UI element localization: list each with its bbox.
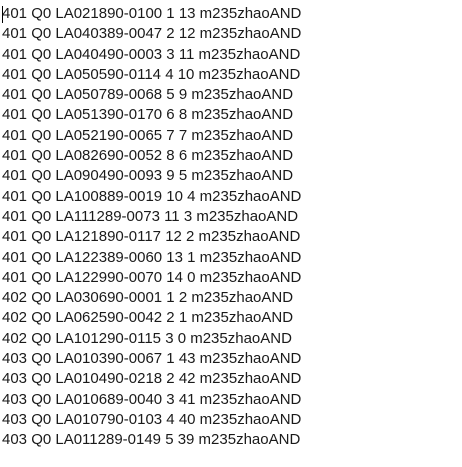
text-line-content: 402 Q0 LA101290-0115 3 0 m235zhaoAND — [2, 329, 292, 347]
text-line-content: 401 Q0 LA050590-0114 4 10 m235zhaoAND — [2, 65, 301, 83]
text-line-content: 401 Q0 LA052190-0065 7 7 m235zhaoAND — [2, 126, 294, 144]
text-line-14[interactable]: 401 Q0 LA122990-0070 14 0 m235zhaoAND — [2, 268, 462, 288]
text-line-21[interactable]: 403 Q0 LA010790-0103 4 40 m235zhaoAND — [2, 410, 462, 430]
text-line-2[interactable]: 401 Q0 LA040389-0047 2 12 m235zhaoAND — [2, 24, 462, 44]
text-line-content: 401 Q0 LA040389-0047 2 12 m235zhaoAND — [2, 25, 302, 43]
text-line-8[interactable]: 401 Q0 LA082690-0052 8 6 m235zhaoAND — [2, 146, 462, 166]
text-line-4[interactable]: 401 Q0 LA050590-0114 4 10 m235zhaoAND — [2, 65, 462, 85]
text-line-content: 401 Q0 LA050789-0068 5 9 m235zhaoAND — [2, 86, 294, 104]
text-line-5[interactable]: 401 Q0 LA050789-0068 5 9 m235zhaoAND — [2, 85, 462, 105]
text-line-17[interactable]: 402 Q0 LA101290-0115 3 0 m235zhaoAND — [2, 329, 462, 349]
text-line-content: 401 Q0 LA040490-0003 3 11 m235zhaoAND — [2, 45, 301, 63]
text-line-content: 401 Q0 LA100889-0019 10 4 m235zhaoAND — [2, 187, 302, 205]
text-line-18[interactable]: 403 Q0 LA010390-0067 1 43 m235zhaoAND — [2, 349, 462, 369]
text-line-1[interactable]: 401 Q0 LA021890-0100 1 13 m235zhaoAND — [2, 4, 462, 24]
text-line-9[interactable]: 401 Q0 LA090490-0093 9 5 m235zhaoAND — [2, 166, 462, 186]
text-line-7[interactable]: 401 Q0 LA052190-0065 7 7 m235zhaoAND — [2, 126, 462, 146]
text-line-content: 402 Q0 LA062590-0042 2 1 m235zhaoAND — [2, 309, 294, 327]
text-line-content: 403 Q0 LA010689-0040 3 41 m235zhaoAND — [2, 390, 302, 408]
text-line-content: 403 Q0 LA011289-0149 5 39 m235zhaoAND — [2, 431, 301, 449]
text-line-content: 401 Q0 LA111289-0073 11 3 m235zhaoAND — [2, 207, 299, 225]
text-line-10[interactable]: 401 Q0 LA100889-0019 10 4 m235zhaoAND — [2, 187, 462, 207]
text-line-13[interactable]: 401 Q0 LA122389-0060 13 1 m235zhaoAND — [2, 248, 462, 268]
text-line-content: 401 Q0 LA021890-0100 1 13 m235zhaoAND — [2, 5, 302, 22]
text-line-15[interactable]: 402 Q0 LA030690-0001 1 2 m235zhaoAND — [2, 288, 462, 308]
text-line-22[interactable]: 403 Q0 LA011289-0149 5 39 m235zhaoAND — [2, 430, 462, 450]
text-line-content: 403 Q0 LA010490-0218 2 42 m235zhaoAND — [2, 370, 302, 388]
text-line-content: 401 Q0 LA122990-0070 14 0 m235zhaoAND — [2, 268, 302, 286]
text-line-16[interactable]: 402 Q0 LA062590-0042 2 1 m235zhaoAND — [2, 308, 462, 328]
text-line-content: 401 Q0 LA051390-0170 6 8 m235zhaoAND — [2, 106, 294, 124]
text-line-content: 403 Q0 LA010390-0067 1 43 m235zhaoAND — [2, 350, 302, 368]
text-line-content: 403 Q0 LA010790-0103 4 40 m235zhaoAND — [2, 410, 302, 428]
text-line-3[interactable]: 401 Q0 LA040490-0003 3 11 m235zhaoAND — [2, 45, 462, 65]
text-line-20[interactable]: 403 Q0 LA010689-0040 3 41 m235zhaoAND — [2, 390, 462, 410]
text-line-content: 401 Q0 LA122389-0060 13 1 m235zhaoAND — [2, 248, 302, 266]
text-line-6[interactable]: 401 Q0 LA051390-0170 6 8 m235zhaoAND — [2, 105, 462, 125]
text-line-content: 401 Q0 LA082690-0052 8 6 m235zhaoAND — [2, 147, 294, 165]
text-line-11[interactable]: 401 Q0 LA111289-0073 11 3 m235zhaoAND — [2, 207, 462, 227]
text-line-content: 401 Q0 LA090490-0093 9 5 m235zhaoAND — [2, 167, 294, 185]
text-line-content: 402 Q0 LA030690-0001 1 2 m235zhaoAND — [2, 289, 294, 307]
text-line-12[interactable]: 401 Q0 LA121890-0117 12 2 m235zhaoAND — [2, 227, 462, 247]
text-editor-area[interactable]: 401 Q0 LA021890-0100 1 13 m235zhaoAND 40… — [0, 0, 462, 467]
text-line-content: 401 Q0 LA121890-0117 12 2 m235zhaoAND — [2, 228, 301, 246]
text-line-19[interactable]: 403 Q0 LA010490-0218 2 42 m235zhaoAND — [2, 369, 462, 389]
text-caret — [2, 6, 3, 23]
